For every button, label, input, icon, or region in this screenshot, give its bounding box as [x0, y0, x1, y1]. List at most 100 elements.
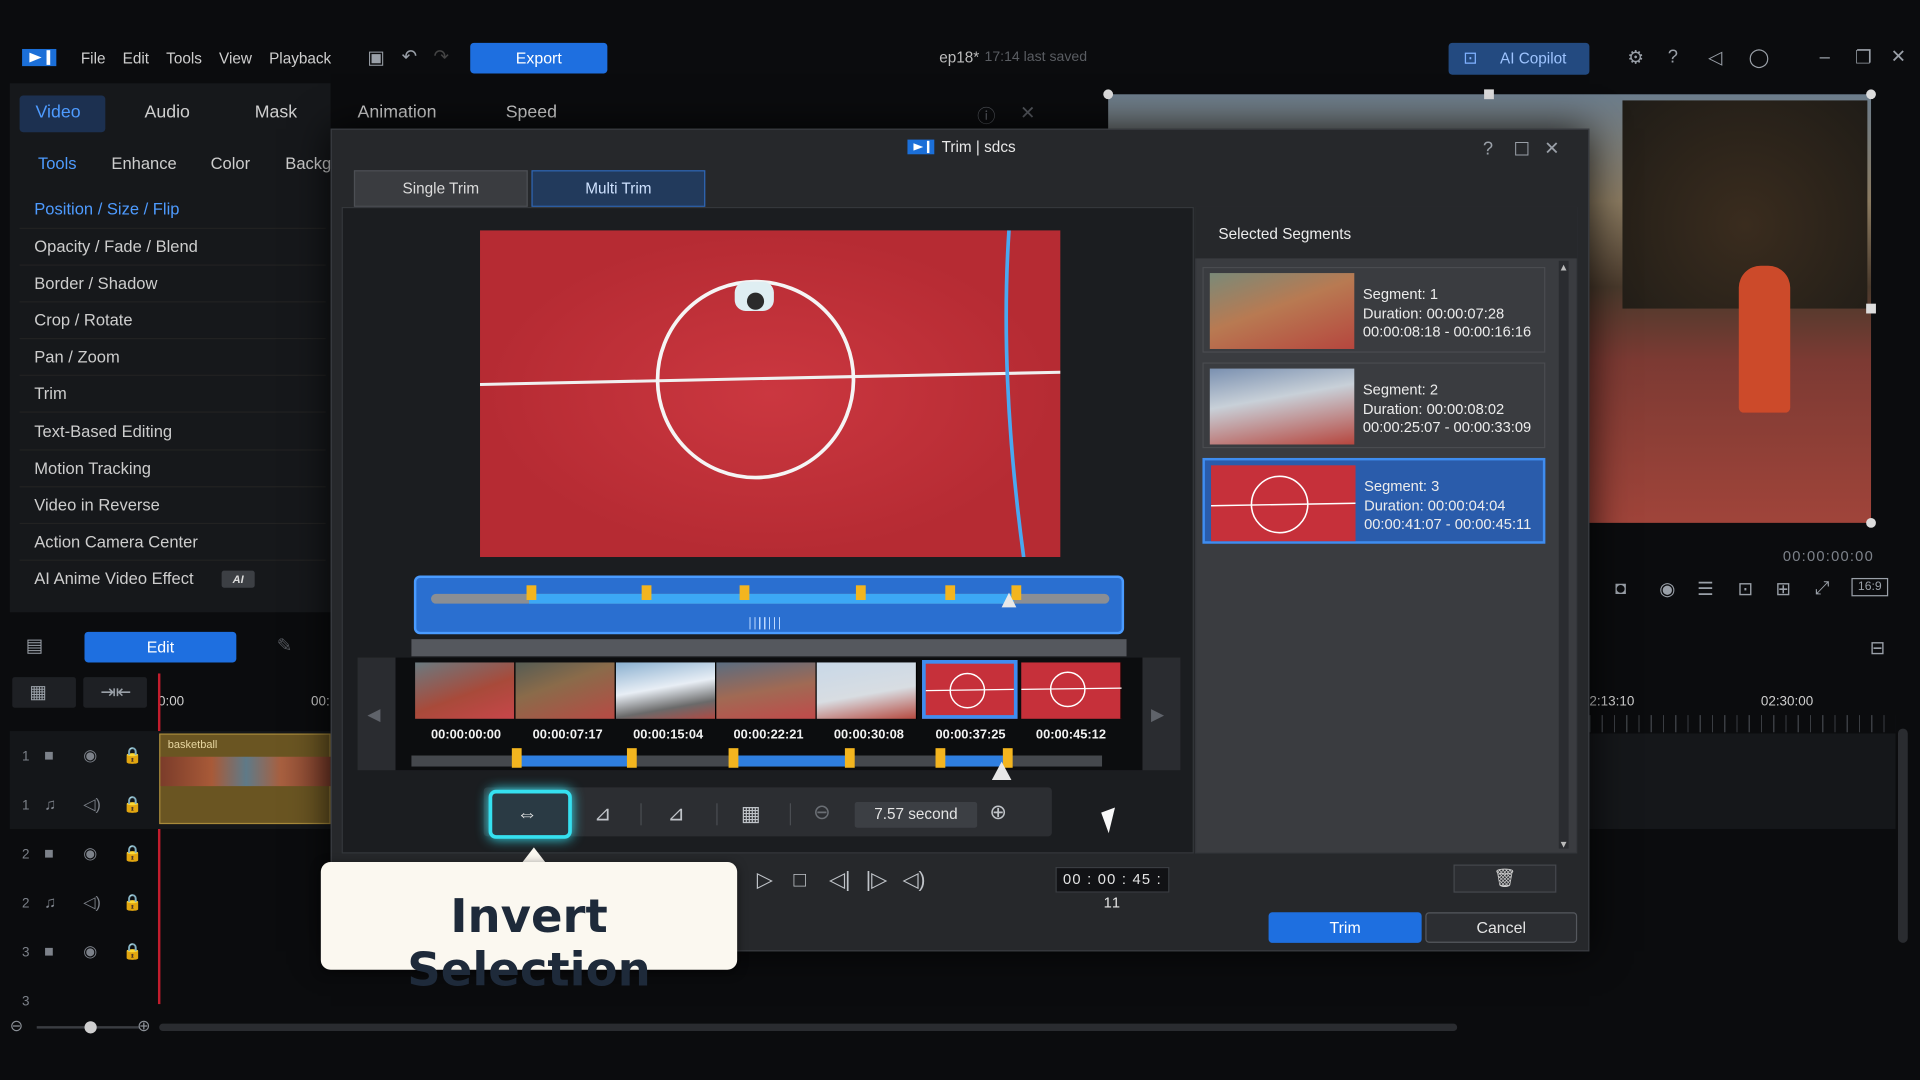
- redo-icon[interactable]: ↷: [433, 45, 448, 68]
- scroll-up-icon[interactable]: ▲: [1559, 262, 1569, 273]
- segment-range[interactable]: [733, 755, 850, 767]
- minimize-icon[interactable]: –: [1820, 47, 1830, 68]
- tool-opacity[interactable]: Opacity / Fade / Blend: [34, 238, 198, 256]
- export-button[interactable]: Export: [470, 42, 608, 74]
- dialog-maximize-icon[interactable]: ☐: [1513, 138, 1529, 161]
- tool-text-editing[interactable]: Text-Based Editing: [34, 422, 172, 440]
- segment-range[interactable]: [516, 755, 632, 767]
- segment-handle[interactable]: [844, 748, 855, 768]
- subtab-enhance[interactable]: Enhance: [111, 154, 176, 172]
- tab-animation[interactable]: Animation: [358, 103, 437, 123]
- frame-thumbnail[interactable]: [1021, 662, 1122, 719]
- panel-help-icon[interactable]: ⓘ: [977, 103, 995, 129]
- cancel-button[interactable]: Cancel: [1425, 912, 1578, 943]
- zoom-in-icon[interactable]: ⊕: [137, 1016, 150, 1036]
- trim-marker[interactable]: [945, 585, 956, 601]
- tab-speed[interactable]: Speed: [506, 103, 557, 123]
- zoom-out-strip-icon[interactable]: ⊖: [813, 801, 830, 825]
- tab-multi-trim[interactable]: Multi Trim: [531, 170, 706, 207]
- mark-out-icon[interactable]: ⊿: [667, 802, 684, 826]
- settings-icon[interactable]: ⚙: [1627, 47, 1643, 69]
- tool-border[interactable]: Border / Shadow: [34, 274, 157, 292]
- zoom-slider-knob[interactable]: [84, 1021, 97, 1034]
- strip-playhead[interactable]: [991, 761, 1012, 781]
- resize-handle[interactable]: [1484, 89, 1494, 100]
- tab-video[interactable]: Video: [36, 103, 81, 123]
- frame-thumbnail[interactable]: [415, 662, 516, 719]
- resize-handle[interactable]: [1866, 89, 1876, 100]
- subtitle-icon[interactable]: ☰: [1697, 578, 1713, 600]
- grid-icon[interactable]: ⊞: [1776, 578, 1791, 600]
- delete-segment-button[interactable]: 🗑: [1453, 864, 1557, 893]
- trim-marker[interactable]: [855, 585, 866, 601]
- frame-thumbnail[interactable]: [716, 662, 817, 719]
- tool-pan-zoom[interactable]: Pan / Zoom: [34, 348, 119, 366]
- frame-thumbnail[interactable]: [515, 662, 616, 719]
- play-icon[interactable]: ▷: [757, 868, 773, 892]
- vertical-scrollbar[interactable]: [1897, 728, 1908, 943]
- tool-crop[interactable]: Crop / Rotate: [34, 311, 132, 329]
- fit-timeline-button[interactable]: ⇥⇤: [83, 677, 147, 708]
- subtab-background[interactable]: Backg: [285, 154, 331, 172]
- timeline-scrollbar[interactable]: [159, 1023, 1458, 1032]
- invert-selection-button[interactable]: ⇔: [488, 789, 572, 839]
- zoom-preview-icon[interactable]: ⊡: [1738, 578, 1753, 600]
- frame-thumbnail[interactable]: [816, 662, 918, 719]
- notification-icon[interactable]: ◁: [1708, 47, 1722, 69]
- segment-handle[interactable]: [626, 748, 637, 768]
- render-preview-icon[interactable]: ◉: [1659, 578, 1675, 600]
- tool-trim[interactable]: Trim: [34, 384, 66, 402]
- zoom-value-field[interactable]: 7.57 second: [854, 802, 978, 828]
- strip-left-arrow-icon[interactable]: ◀: [367, 704, 380, 725]
- playhead[interactable]: [157, 673, 161, 1005]
- tool-reverse[interactable]: Video in Reverse: [34, 496, 160, 514]
- pen-icon[interactable]: ✎: [277, 634, 292, 657]
- segment-handle[interactable]: [728, 748, 739, 768]
- scene-detect-icon[interactable]: ▦: [741, 802, 761, 826]
- panel-close-icon[interactable]: ✕: [1020, 102, 1035, 124]
- add-track-button[interactable]: ▦: [12, 677, 76, 708]
- resize-handle[interactable]: [1866, 517, 1876, 528]
- dialog-help-icon[interactable]: ?: [1483, 138, 1493, 159]
- tab-mask[interactable]: Mask: [255, 103, 297, 123]
- storyboard-icon[interactable]: ▤: [26, 634, 43, 657]
- segment-item[interactable]: Segment: 2 Duration: 00:00:08:02 00:00:25:…: [1202, 362, 1546, 449]
- ai-copilot-button[interactable]: ⊡ AI Copilot: [1448, 42, 1590, 75]
- menu-tools[interactable]: Tools: [166, 50, 202, 67]
- next-frame-icon[interactable]: |▷: [866, 868, 887, 892]
- scroll-down-icon[interactable]: ▼: [1559, 839, 1569, 850]
- subtab-color[interactable]: Color: [211, 154, 251, 172]
- previous-frame-icon[interactable]: ◁|: [829, 868, 850, 892]
- segment-handle[interactable]: [511, 748, 522, 768]
- aspect-ratio-button[interactable]: 16:9: [1851, 577, 1889, 597]
- dialog-close-icon[interactable]: ✕: [1544, 137, 1559, 159]
- close-app-icon[interactable]: ✕: [1891, 45, 1906, 68]
- segment-handle[interactable]: [935, 748, 946, 768]
- subtab-tools[interactable]: Tools: [38, 154, 77, 172]
- trim-button[interactable]: Trim: [1268, 912, 1422, 943]
- stop-icon[interactable]: □: [793, 868, 806, 892]
- menu-file[interactable]: File: [81, 50, 106, 67]
- fullscreen-icon[interactable]: ⤢: [1815, 578, 1830, 599]
- tool-action-camera[interactable]: Action Camera Center: [34, 533, 198, 551]
- account-icon[interactable]: ◯: [1749, 47, 1770, 69]
- tool-anime-effect[interactable]: AI Anime Video Effect: [34, 569, 193, 587]
- help-icon[interactable]: ?: [1668, 47, 1678, 68]
- frame-thumbnail-selected[interactable]: [922, 660, 1018, 719]
- segments-scrollbar[interactable]: [1558, 260, 1569, 849]
- trim-marker[interactable]: [526, 585, 537, 601]
- scroll-grip[interactable]: [749, 617, 782, 630]
- tab-single-trim[interactable]: Single Trim: [353, 170, 528, 207]
- zoom-out-icon[interactable]: ⊖: [10, 1016, 23, 1036]
- restore-icon[interactable]: ❐: [1855, 47, 1871, 69]
- strip-right-arrow-icon[interactable]: ▶: [1151, 704, 1164, 725]
- trim-playhead[interactable]: [1001, 592, 1017, 608]
- trim-marker[interactable]: [641, 585, 652, 601]
- trim-marker[interactable]: [739, 585, 750, 601]
- frame-thumbnail[interactable]: [615, 662, 717, 719]
- resize-handle[interactable]: [1103, 89, 1114, 100]
- current-timecode[interactable]: 00 : 00 : 45 : 11: [1055, 866, 1170, 911]
- save-icon[interactable]: ▣: [367, 47, 384, 69]
- segment-item[interactable]: Segment: 1 Duration: 00:00:07:28 00:00:08:…: [1202, 266, 1546, 353]
- resize-handle[interactable]: [1866, 303, 1876, 314]
